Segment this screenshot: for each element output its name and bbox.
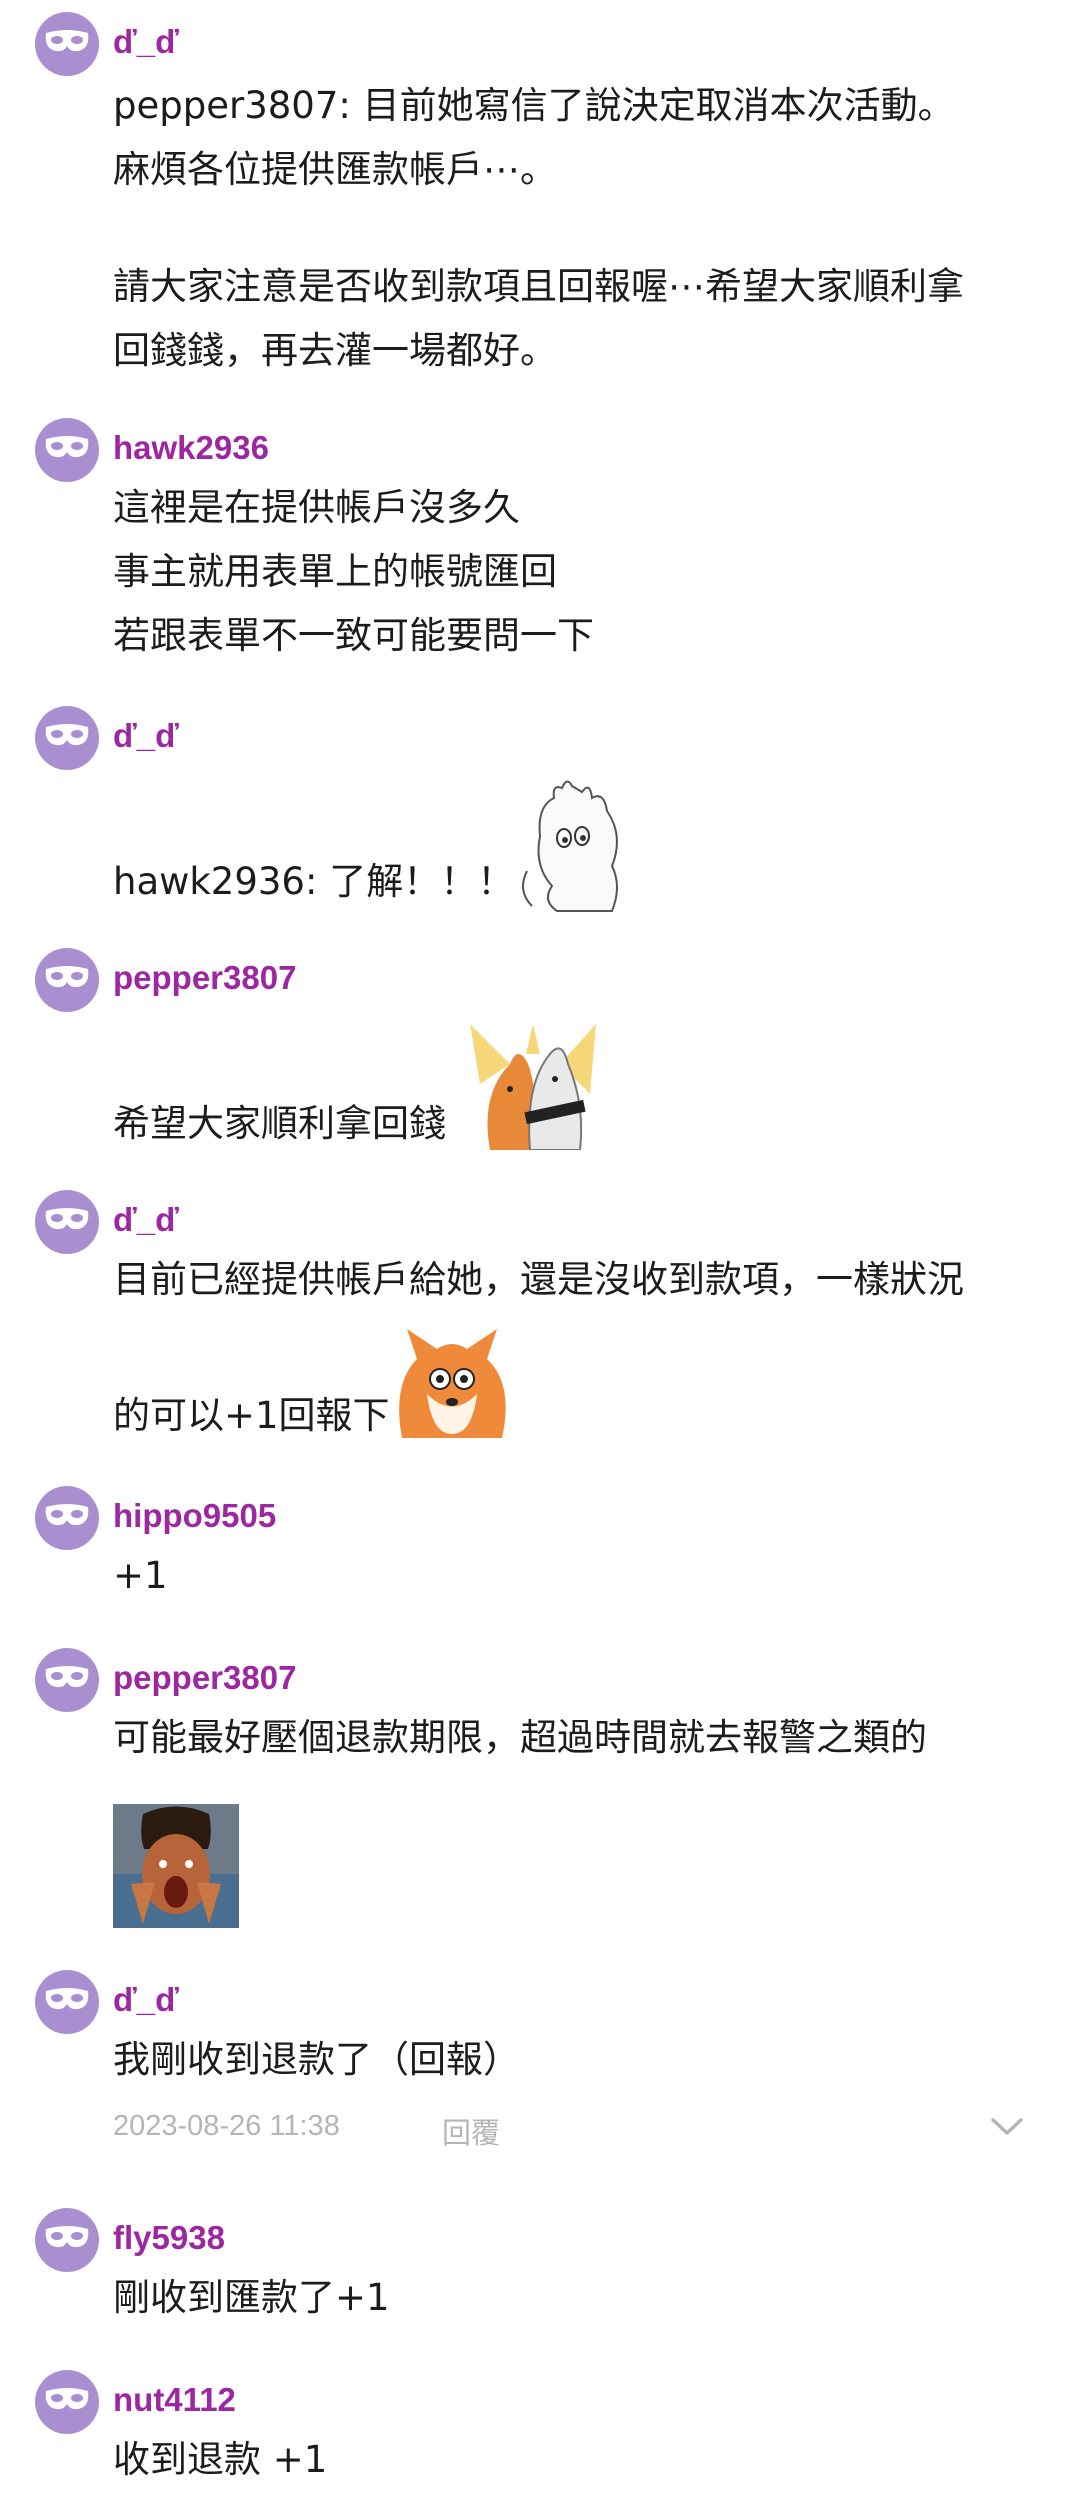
mask-icon	[44, 2225, 90, 2255]
comment-line: 的可以+1回報下	[113, 1394, 390, 1437]
username[interactable]: hawk2936	[113, 428, 269, 468]
username[interactable]: pepper3807	[113, 958, 296, 998]
comment-line: 剛收到匯款了+1	[113, 2276, 390, 2319]
comment-line: 這裡是在提供帳戶沒多久	[113, 486, 520, 529]
comment-line: 回錢錢，再去灌一場都好。	[113, 329, 557, 372]
fox-sticker	[399, 1329, 506, 1438]
avatar[interactable]	[35, 1970, 99, 2034]
avatar[interactable]	[35, 1648, 99, 1712]
username[interactable]: ď_ď	[113, 1980, 179, 2020]
mask-icon	[44, 435, 90, 465]
comment-line: 事主就用表單上的帳號匯回	[113, 550, 557, 593]
username[interactable]: ď_ď	[113, 1200, 179, 1240]
comment-line: 我剛收到退款了（回報）	[113, 2038, 520, 2081]
chevron-down-icon[interactable]	[990, 2117, 1024, 2137]
avatar[interactable]	[35, 1190, 99, 1254]
mask-icon	[44, 1665, 90, 1695]
comment-line: 收到退款 +1	[113, 2438, 328, 2481]
comment-line: 麻煩各位提供匯款帳戶⋯。	[113, 148, 557, 191]
comment-timestamp: 2023-08-26 11:38	[113, 2110, 340, 2142]
comment-line: hawk2936: 了解！！！	[113, 860, 515, 903]
username[interactable]: pepper3807	[113, 1658, 296, 1698]
avatar[interactable]	[35, 2208, 99, 2272]
mask-icon	[44, 965, 90, 995]
mask-icon	[44, 2387, 90, 2417]
avatar[interactable]	[35, 418, 99, 482]
mask-icon	[44, 1207, 90, 1237]
mask-icon	[44, 29, 90, 59]
avatar[interactable]	[35, 706, 99, 770]
avatar[interactable]	[35, 2370, 99, 2434]
avatar[interactable]	[35, 12, 99, 76]
mask-icon	[44, 1503, 90, 1533]
comment-thread: ď_ď pepper3807: 目前她寫信了說決定取消本次活動。 麻煩各位提供匯…	[0, 0, 1080, 2498]
username[interactable]: ď_ď	[113, 22, 179, 62]
moomin-sticker	[522, 780, 618, 912]
comment-line: 希望大家順利拿回錢	[113, 1102, 446, 1145]
comment-line: 可能最好壓個退款期限，超過時間就去報警之類的	[113, 1716, 927, 1759]
username[interactable]: hippo9505	[113, 1496, 276, 1536]
username[interactable]: nut4112	[113, 2380, 236, 2420]
username[interactable]: fly5938	[113, 2218, 225, 2258]
shocked-face-image	[113, 1804, 239, 1928]
username[interactable]: ď_ď	[113, 716, 179, 756]
avatar[interactable]	[35, 948, 99, 1012]
mask-icon	[44, 723, 90, 753]
comment-line: pepper3807: 目前她寫信了說決定取消本次活動。	[113, 84, 955, 127]
comment-line: 若跟表單不一致可能要問一下	[113, 614, 594, 657]
reply-button[interactable]: 回覆	[442, 2110, 500, 2152]
avatar[interactable]	[35, 1486, 99, 1550]
mask-icon	[44, 1987, 90, 2017]
comment-line: +1	[113, 1554, 168, 1597]
comment-line: 請大家注意是否收到款項且回報喔⋯希望大家順利拿	[113, 265, 964, 308]
comment-line: 目前已經提供帳戶給她，還是沒收到款項，一樣狀況	[113, 1258, 964, 1301]
fox-dog-sticker	[470, 1024, 596, 1150]
